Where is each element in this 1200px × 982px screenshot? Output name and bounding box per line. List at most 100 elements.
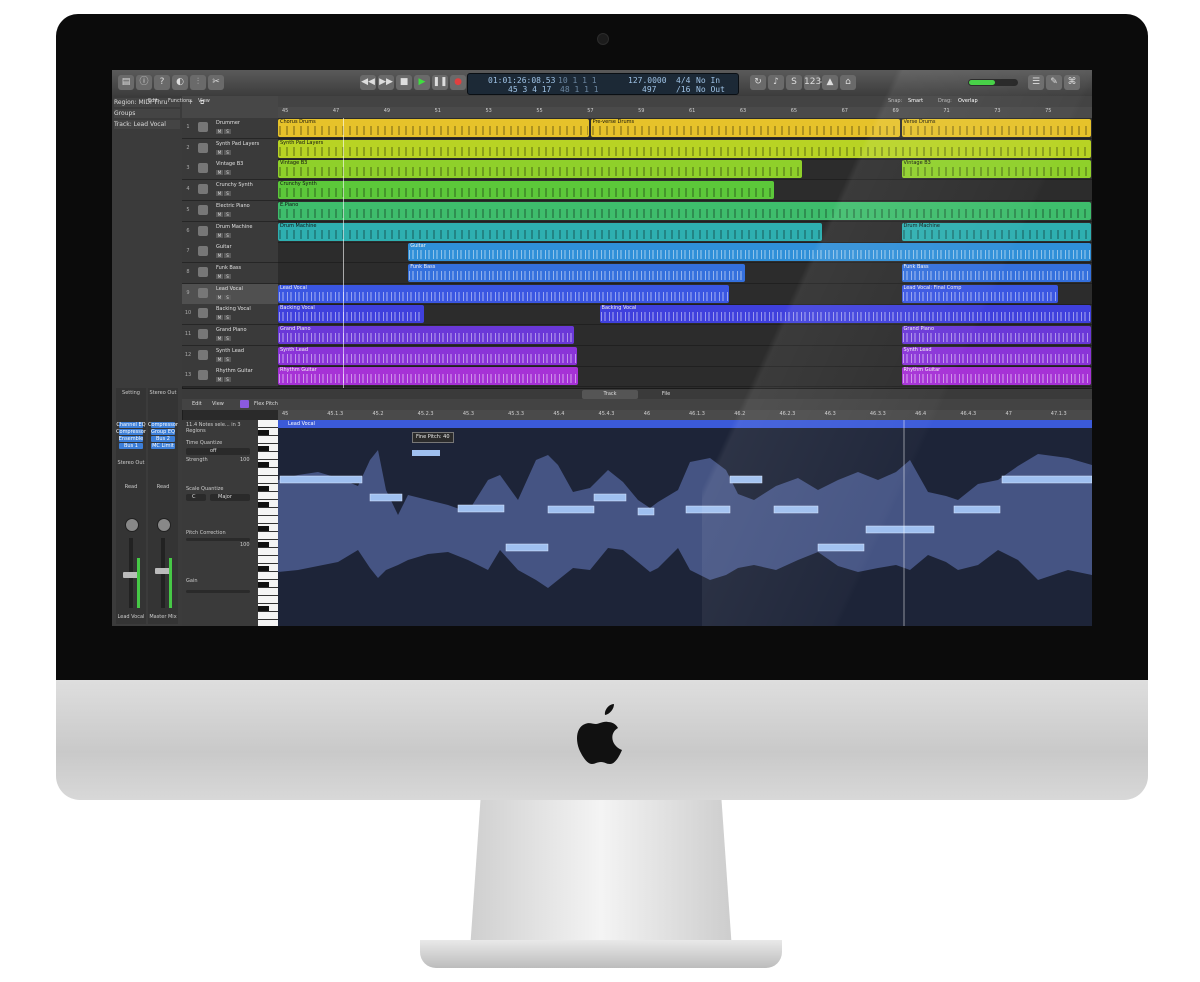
audio-region[interactable]: Rhythm Guitar: [278, 367, 579, 386]
mixer-icon[interactable]: ⫶: [190, 75, 206, 90]
mute-button[interactable]: M: [216, 273, 223, 279]
strip-setting[interactable]: Setting: [116, 390, 146, 396]
audio-region[interactable]: Funk Bass: [901, 263, 1091, 282]
flex-pitch-icon[interactable]: [240, 400, 249, 408]
midi-region[interactable]: Verse Drums: [901, 119, 1091, 137]
time-quantize-select[interactable]: off: [186, 448, 250, 455]
audio-region[interactable]: Guitar: [408, 243, 1091, 262]
solo-button[interactable]: S: [224, 129, 231, 134]
solo-button[interactable]: S: [224, 336, 231, 341]
audio-region[interactable]: Synth Lead: [278, 346, 577, 365]
audio-region[interactable]: Backing Vocal: [599, 305, 1091, 324]
track-name[interactable]: Funk Bass: [216, 265, 241, 271]
solo-button[interactable]: S: [224, 191, 231, 197]
audio-region[interactable]: Rhythm Guitar: [901, 367, 1091, 386]
track-header[interactable]: 6 Drum Machine M S: [182, 221, 278, 243]
midi-region[interactable]: Drum Machine: [901, 222, 1091, 241]
mute-button[interactable]: M: [216, 356, 223, 362]
replace-icon[interactable]: ⌂: [840, 75, 856, 90]
mute-button[interactable]: M: [216, 253, 223, 259]
solo-button[interactable]: S: [224, 273, 231, 279]
scale-mode-select[interactable]: Major: [210, 494, 250, 501]
track-inspector[interactable]: Track: Lead Vocal: [114, 120, 180, 129]
piano-keyboard[interactable]: [258, 420, 278, 626]
mute-button[interactable]: M: [216, 129, 223, 134]
smart-controls-icon[interactable]: ◐: [172, 75, 188, 90]
pan-knob[interactable]: [157, 518, 171, 532]
midi-region[interactable]: Drum Machine: [278, 222, 823, 241]
forward-button[interactable]: ▶▶: [378, 75, 394, 90]
menu-view[interactable]: View: [198, 98, 210, 104]
count-in-icon[interactable]: 1234: [804, 75, 827, 90]
mute-button[interactable]: M: [216, 294, 223, 300]
editor-menu-edit[interactable]: Edit: [192, 401, 202, 407]
solo-button[interactable]: S: [224, 253, 231, 259]
mute-button[interactable]: M: [216, 232, 223, 238]
stop-button[interactable]: ■: [396, 75, 412, 90]
editors-icon[interactable]: ✂: [208, 75, 224, 90]
solo-button[interactable]: S: [224, 294, 231, 300]
list-editors-icon[interactable]: ☰: [1028, 75, 1044, 90]
track-name[interactable]: Rhythm Guitar: [216, 368, 253, 374]
track-header[interactable]: 12 Synth Lead M S: [182, 345, 278, 367]
track-header[interactable]: 2 Synth Pad Layers M S: [182, 138, 278, 160]
track-name[interactable]: Guitar: [216, 244, 232, 250]
audio-region[interactable]: Grand Piano: [901, 326, 1091, 344]
track-name[interactable]: Drum Machine: [216, 224, 252, 230]
midi-region[interactable]: Synth Pad Layers: [278, 139, 1091, 158]
track-header[interactable]: 9 Lead Vocal M S: [182, 283, 278, 305]
editor-ruler[interactable]: 45 45.1.3 45.2 45.2.3 45.3 45.3.3 45.4 45.4.3 46…: [278, 410, 1092, 420]
midi-region[interactable]: Chorus Drums: [278, 119, 589, 137]
flex-mode-select[interactable]: Flex Pitch: [254, 401, 278, 407]
track-header[interactable]: 13 Rhythm Guitar M S: [182, 366, 278, 388]
pause-button[interactable]: ❚❚: [432, 75, 448, 90]
midi-region[interactable]: Crunchy Synth: [278, 181, 774, 200]
solo-button[interactable]: S: [224, 170, 231, 176]
strength-value[interactable]: 100: [240, 457, 250, 463]
library-icon[interactable]: ▤: [118, 75, 134, 90]
master-volume-slider[interactable]: [968, 79, 1018, 86]
track-header[interactable]: 5 Electric Piano M S: [182, 200, 278, 222]
mute-button[interactable]: M: [216, 149, 223, 155]
lcd-display[interactable]: 01:01:26:08.53 10 1 1 1 45 3 4 17 48 1 1…: [467, 73, 739, 95]
track-name[interactable]: Backing Vocal: [216, 306, 251, 312]
track-name[interactable]: Drummer: [216, 120, 240, 126]
mute-button[interactable]: M: [216, 377, 223, 383]
playhead[interactable]: [343, 118, 344, 388]
solo-button[interactable]: S: [224, 377, 231, 383]
track-header[interactable]: 11 Grand Piano M S: [182, 325, 278, 346]
solo-button[interactable]: S: [224, 211, 231, 217]
menu-edit[interactable]: Edit: [148, 98, 158, 104]
drag-select[interactable]: Overlap: [958, 98, 978, 104]
mute-button[interactable]: M: [216, 191, 223, 197]
mute-button[interactable]: M: [216, 211, 223, 217]
track-header[interactable]: 7 Guitar M S: [182, 242, 278, 264]
automation-mode[interactable]: Read: [116, 484, 146, 490]
track-name[interactable]: Electric Piano: [216, 203, 250, 209]
track-header[interactable]: 8 Funk Bass M S: [182, 262, 278, 284]
mute-button[interactable]: M: [216, 170, 223, 176]
notepad-icon[interactable]: ✎: [1046, 75, 1062, 90]
midi-region[interactable]: Vintage B3: [901, 160, 1091, 179]
rewind-button[interactable]: ◀◀: [360, 75, 376, 90]
track-name[interactable]: Vintage B3: [216, 161, 243, 167]
cycle-icon[interactable]: ↻: [750, 75, 766, 90]
midi-region[interactable]: Pre-verse Drums: [590, 119, 900, 137]
solo-button[interactable]: S: [224, 149, 231, 155]
snap-select[interactable]: Smart: [908, 98, 923, 104]
inspector-icon[interactable]: ⓘ: [136, 75, 152, 90]
metronome-icon[interactable]: ▲: [822, 75, 838, 90]
record-button[interactable]: ●: [450, 75, 466, 90]
scale-key-select[interactable]: C: [186, 494, 206, 501]
audio-region[interactable]: Lead Vocal: Final Comp: [901, 284, 1059, 303]
flex-pitch-editor[interactable]: Lead Vocal Fine Pitch: 40: [278, 420, 1092, 626]
track-header[interactable]: 10 Backing Vocal M S: [182, 304, 278, 326]
track-header[interactable]: 1 Drummer M S: [182, 118, 278, 139]
track-name[interactable]: Crunchy Synth: [216, 182, 253, 188]
solo-button[interactable]: S: [224, 315, 231, 321]
track-header[interactable]: 3 Vintage B3 M S: [182, 159, 278, 181]
arrange-area[interactable]: Chorus Drums Pre-verse Drums Verse Drums Sy…: [278, 118, 1092, 388]
loop-browser-icon[interactable]: ⌘: [1064, 75, 1080, 90]
help-icon[interactable]: ?: [154, 75, 170, 90]
track-header[interactable]: 4 Crunchy Synth M S: [182, 180, 278, 202]
